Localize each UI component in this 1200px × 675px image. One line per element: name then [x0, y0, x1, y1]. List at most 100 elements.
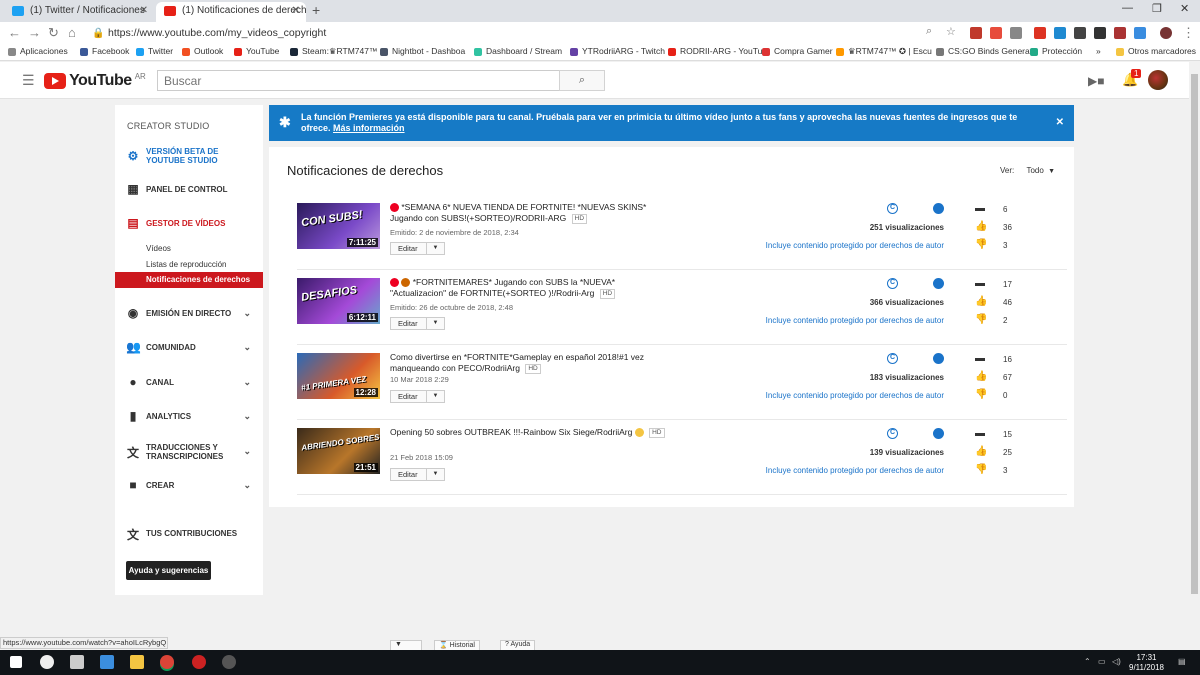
bookmark-item[interactable]: RODRII-ARG - YouTu	[668, 46, 762, 56]
bookmark-item[interactable]: Dashboard / Stream	[474, 46, 562, 56]
sidebar-item-channel[interactable]: ● CANAL ⌄	[115, 375, 263, 391]
caret-down-icon[interactable]: ▼	[426, 468, 444, 481]
sidebar-item-contributions[interactable]: 文 TUS CONTRIBUCIONES	[115, 526, 263, 542]
steam-icon[interactable]	[222, 655, 236, 669]
extension-icon[interactable]	[970, 27, 982, 39]
other-bookmarks[interactable]: Otros marcadores	[1116, 46, 1196, 56]
youtube-logo[interactable]: YouTube AR	[44, 72, 146, 90]
action-center-icon[interactable]: ▤	[1178, 657, 1186, 666]
avatar[interactable]	[1148, 70, 1168, 90]
hamburger-menu-icon[interactable]: ☰	[22, 72, 35, 89]
extension-icon[interactable]	[1074, 27, 1086, 39]
video-title[interactable]: *FORTNITEMARES* Jugando con SUBS la *NUE…	[390, 277, 670, 299]
copyright-claim-link[interactable]: Incluye contenido protegido por derechos…	[766, 391, 944, 400]
tray-chevron-icon[interactable]: ⌃	[1084, 657, 1091, 666]
extension-icon[interactable]	[1134, 27, 1146, 39]
back-button[interactable]: ←	[8, 25, 21, 40]
bookmark-item[interactable]: ♛RTM747™ ✪ | Escu	[836, 46, 932, 57]
window-close-button[interactable]: ✕	[1180, 2, 1189, 15]
bookmark-item[interactable]: Outlook	[182, 46, 223, 56]
new-tab-button[interactable]: +	[312, 2, 320, 18]
copyright-claim-link[interactable]: Incluye contenido protegido por derechos…	[766, 241, 944, 250]
bookmark-item[interactable]: Facebook	[80, 46, 129, 56]
copyright-claim-link[interactable]: Incluye contenido protegido por derechos…	[766, 316, 944, 325]
sidebar-item-community[interactable]: 👥 COMUNIDAD ⌄	[115, 340, 263, 356]
sidebar-item-analytics[interactable]: ▮ ANALYTICS ⌄	[115, 409, 263, 425]
reload-button[interactable]: ↻	[48, 25, 59, 41]
bookmark-item[interactable]: Steam:♛RTM747™	[290, 46, 378, 57]
search-button[interactable]: ⌕	[559, 70, 605, 91]
video-thumbnail[interactable]: CON SUBS! 7:11:25	[297, 203, 380, 249]
upload-video-icon[interactable]: ▶■	[1088, 74, 1104, 88]
sidebar-item-dashboard[interactable]: ▦ PANEL DE CONTROL	[115, 182, 263, 198]
bookmark-item[interactable]: Twitter	[136, 46, 173, 56]
caret-down-icon[interactable]: ▼	[426, 390, 444, 403]
volume-icon[interactable]: ◁)	[1112, 657, 1121, 666]
chrome-icon[interactable]	[160, 655, 174, 669]
home-button[interactable]: ⌂	[68, 25, 76, 40]
video-title[interactable]: Opening 50 sobres OUTBREAK !!!-Rainbow S…	[390, 427, 670, 438]
calculator-icon[interactable]	[70, 655, 84, 669]
view-filter[interactable]: Ver: Todo ▼	[1000, 166, 1055, 175]
xbox-icon[interactable]	[40, 655, 54, 669]
profile-avatar[interactable]	[1160, 27, 1172, 39]
creator-studio-sidebar: CREATOR STUDIO ⚙ VERSIÓN BETA DE YOUTUBE…	[115, 105, 263, 595]
more-info-link[interactable]: Más información	[333, 123, 405, 133]
video-thumbnail[interactable]: ABRIENDO SOBRES 21:51	[297, 428, 380, 474]
video-title[interactable]: Como divertirse en *FORTNITE*Gameplay en…	[390, 352, 670, 374]
help-feedback-button[interactable]: Ayuda y sugerencias	[126, 561, 211, 580]
maximize-button[interactable]: ❐	[1152, 2, 1162, 15]
video-thumbnail[interactable]: DESAFIOS 6:12:11	[297, 278, 380, 324]
video-title[interactable]: *SEMANA 6* NUEVA TIENDA DE FORTNITE! *NU…	[390, 202, 670, 224]
edit-button[interactable]: Editar ▼	[390, 468, 445, 481]
minimize-button[interactable]: —	[1122, 2, 1133, 14]
zoom-icon[interactable]: ⌕	[926, 25, 932, 38]
app-icon[interactable]	[192, 655, 206, 669]
bookmark-item[interactable]: Nightbot - Dashboa	[380, 46, 465, 56]
windows-start-icon[interactable]	[10, 656, 22, 668]
search-input[interactable]	[157, 70, 560, 91]
bookmark-item[interactable]: Compra Gamer	[762, 46, 833, 56]
extension-icon[interactable]	[1054, 27, 1066, 39]
extension-icon[interactable]	[990, 27, 1002, 39]
extension-icon[interactable]	[1010, 27, 1022, 39]
file-explorer-icon[interactable]	[130, 655, 144, 669]
store-icon[interactable]	[100, 655, 114, 669]
forward-button[interactable]: →	[28, 25, 41, 40]
tab-youtube[interactable]: (1) Notificaciones de derechos - ✕	[156, 2, 306, 22]
bookmark-item[interactable]: CS:GO Binds Generat	[936, 46, 1032, 56]
menu-icon[interactable]: ⋮	[1182, 25, 1195, 41]
extension-icon[interactable]	[1094, 27, 1106, 39]
video-thumbnail[interactable]: #1 PRIMERA VEZ 12:28	[297, 353, 380, 399]
edit-button[interactable]: Editar ▼	[390, 242, 445, 255]
bookmark-item[interactable]: YTRodriiARG - Twitch	[570, 46, 665, 56]
caret-down-icon[interactable]: ▼	[426, 317, 444, 330]
network-icon[interactable]: ▭	[1098, 657, 1106, 666]
extension-icon[interactable]	[1034, 27, 1046, 39]
system-clock[interactable]: 17:31 9/11/2018	[1129, 653, 1164, 673]
sidebar-item-beta[interactable]: ⚙ VERSIÓN BETA DE YOUTUBE STUDIO	[115, 147, 263, 167]
sidebar-item-create[interactable]: ■ CREAR ⌄	[115, 478, 263, 494]
extension-icon[interactable]	[1114, 27, 1126, 39]
scrollbar-thumb[interactable]	[1191, 74, 1198, 594]
edit-button[interactable]: Editar ▼	[390, 317, 445, 330]
edit-button[interactable]: Editar ▼	[390, 390, 445, 403]
sidebar-item-video-manager[interactable]: ▤ GESTOR DE VÍDEOS	[115, 216, 263, 232]
bookmark-item[interactable]: Aplicaciones	[8, 46, 68, 56]
close-icon[interactable]: ✕	[292, 2, 300, 20]
sidebar-item-translations[interactable]: 文 TRADUCCIONES Y TRANSCRIPCIONES ⌄	[115, 442, 263, 462]
tab-twitter[interactable]: (1) Twitter / Notificaciones ✕	[4, 2, 154, 22]
sidebar-subitem-playlists[interactable]: Listas de reproducción	[146, 260, 227, 269]
sidebar-subitem-videos[interactable]: Vídeos	[146, 244, 171, 253]
close-icon[interactable]: ✕	[1056, 117, 1064, 128]
close-icon[interactable]: ✕	[140, 2, 148, 20]
url-field[interactable]: 🔒 https://www.youtube.com/my_videos_copy…	[88, 25, 968, 42]
caret-down-icon[interactable]: ▼	[426, 242, 444, 255]
bookmark-item[interactable]: Protección	[1030, 46, 1082, 56]
copyright-claim-link[interactable]: Incluye contenido protegido por derechos…	[766, 466, 944, 475]
bookmark-item[interactable]: YouTube	[234, 46, 279, 56]
bookmark-star-icon[interactable]: ☆	[946, 25, 956, 38]
sidebar-item-live[interactable]: ◉ EMISIÓN EN DIRECTO ⌄	[115, 306, 263, 322]
sidebar-subitem-copyright-notices[interactable]: Notificaciones de derechos	[115, 272, 263, 288]
more-bookmarks-chevron[interactable]: »	[1096, 46, 1101, 56]
